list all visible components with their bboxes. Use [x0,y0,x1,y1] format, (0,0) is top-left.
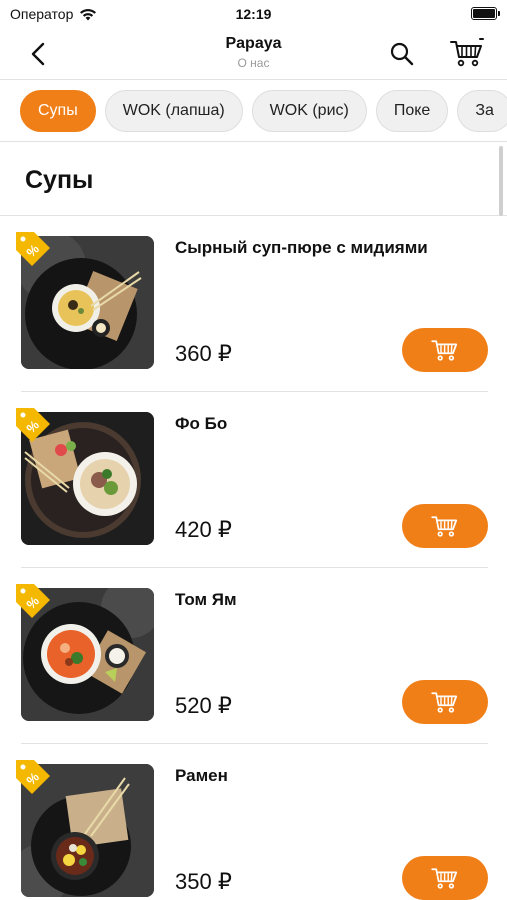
product-card[interactable]: % Рамен 350 ₽ [0,744,507,900]
search-icon[interactable] [388,40,416,68]
nav-bar: Papaya О нас [0,28,507,80]
category-bar[interactable]: Супы WOK (лапша) WOK (рис) Поке За [0,80,507,142]
status-time: 12:19 [235,6,272,22]
product-price: 350 ₽ [175,869,232,894]
category-chip-wok-rice[interactable]: WOK (рис) [251,90,367,132]
product-name: Том Ям [175,590,237,609]
cart-icon [431,340,458,361]
status-bar: Оператор 12:19 [0,0,507,28]
category-chip-poke[interactable]: Поке [375,90,449,132]
add-to-cart-button[interactable] [402,680,488,724]
battery-icon [471,7,500,20]
product-name: Рамен [175,766,228,785]
cart-icon [431,516,458,537]
discount-tag-icon: % [16,232,50,266]
product-price: 520 ₽ [175,693,232,718]
scrollbar[interactable] [499,146,503,216]
discount-tag-icon: % [16,408,50,442]
discount-tag-icon: % [16,760,50,794]
product-card[interactable]: % Том Ям 520 ₽ [0,568,507,744]
page-title: Papaya [225,35,282,52]
product-price: 420 ₽ [175,517,232,542]
product-price: 360 ₽ [175,341,232,366]
category-chip-wok-noodles[interactable]: WOK (лапша) [104,90,243,132]
cart-icon [431,692,458,713]
category-chip-next[interactable]: За [457,90,507,132]
category-chip-soups[interactable]: Супы [20,90,96,132]
product-card[interactable]: % Фо Бо 420 ₽ [0,392,507,568]
cart-icon[interactable] [450,38,484,68]
product-name: Фо Бо [175,414,228,433]
category-track: Супы WOK (лапша) WOK (рис) Поке За [20,90,507,132]
add-to-cart-button[interactable] [402,504,488,548]
page-subtitle[interactable]: О нас [0,56,507,70]
nav-title-block[interactable]: Papaya О нас [0,35,507,70]
product-name: Сырный суп-пюре с мидиями [175,238,428,257]
add-to-cart-button[interactable] [402,328,488,372]
cart-icon [431,868,458,889]
section-title: Супы [25,166,94,194]
add-to-cart-button[interactable] [402,856,488,900]
discount-tag-icon: % [16,584,50,618]
product-card[interactable]: % Сырный суп-пюре с мидиями 360 ₽ [0,216,507,392]
